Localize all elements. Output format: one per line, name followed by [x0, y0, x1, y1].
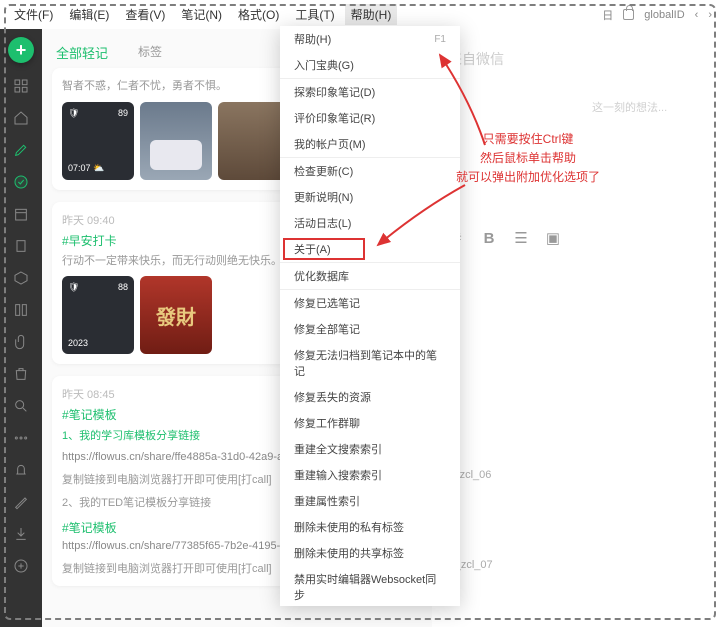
tab-all-notes[interactable]: 全部轻记 [56, 43, 108, 62]
chevron-right-icon[interactable]: › [708, 9, 712, 21]
menu-edit[interactable]: 编辑(E) [63, 4, 115, 25]
rail-box-icon[interactable] [12, 269, 30, 287]
menu-tools[interactable]: 工具(T) [289, 4, 340, 25]
rail-book-icon[interactable] [12, 301, 30, 319]
rail-clipboard-icon[interactable] [12, 237, 30, 255]
dropdown-item[interactable]: 重建全文搜索索引 [280, 436, 460, 462]
tab-tags[interactable]: 标签 [138, 43, 162, 62]
dropdown-item[interactable]: 修复工作群聊 [280, 410, 460, 436]
rail-bell-icon[interactable] [12, 461, 30, 479]
rail-dots-icon[interactable] [12, 429, 30, 447]
dropdown-item[interactable]: 修复全部笔记 [280, 316, 460, 342]
menu-file[interactable]: 文件(F) [8, 4, 59, 25]
callout-text: 只需要按住Ctrl键 然后鼠标单击帮助 就可以弹出附加优化选项了 [456, 130, 600, 188]
thumbnail: 🛡88 2023 [62, 276, 134, 354]
dropdown-item[interactable]: 修复无法归档到笔记本中的笔记 [280, 342, 460, 384]
chevron-left-icon[interactable]: ‹ [695, 9, 699, 21]
menu-view[interactable]: 查看(V) [119, 4, 171, 25]
rail-home-icon[interactable] [12, 109, 30, 127]
bold-button[interactable]: B [480, 229, 498, 247]
new-note-button[interactable]: + [8, 37, 34, 63]
header-globalid: globalID [644, 9, 684, 21]
sidebar-rail: + [0, 29, 42, 627]
dropdown-item[interactable]: 优化数据库 [280, 263, 460, 290]
rail-search-icon[interactable] [12, 397, 30, 415]
annotation-arrow-icon [370, 180, 470, 260]
rail-clip-icon[interactable] [12, 333, 30, 351]
rail-check-icon[interactable] [12, 173, 30, 191]
menubar: 文件(F) 编辑(E) 查看(V) 笔记(N) 格式(O) 工具(T) 帮助(H… [0, 0, 720, 29]
header-date: 日 [602, 7, 613, 23]
rail-download-icon[interactable] [12, 525, 30, 543]
image-button[interactable]: ▣ [544, 229, 562, 247]
dropdown-item[interactable]: 重建输入搜索索引 [280, 462, 460, 488]
rail-calendar-icon[interactable] [12, 205, 30, 223]
rail-trash-icon[interactable] [12, 365, 30, 383]
dropdown-item[interactable]: 修复丢失的资源 [280, 384, 460, 410]
rail-grid-icon[interactable] [12, 77, 30, 95]
dropdown-item[interactable]: 修复已选笔记 [280, 290, 460, 316]
menu-help[interactable]: 帮助(H) [345, 4, 398, 25]
thumbnail [140, 102, 212, 180]
dropdown-item[interactable]: 帮助(H)F1 [280, 26, 460, 52]
lock-icon [623, 9, 634, 20]
rail-plus-icon[interactable] [12, 557, 30, 575]
dropdown-item[interactable]: 禁用实时编辑器Websocket同步 [280, 566, 460, 606]
menu-note[interactable]: 笔记(N) [175, 4, 228, 25]
dropdown-item[interactable]: 重建属性索引 [280, 488, 460, 514]
rail-pencil-icon[interactable] [12, 493, 30, 511]
thumbnail: 🛡89 07:07 ⛅ [62, 102, 134, 180]
dropdown-item[interactable]: 删除未使用的共享标签 [280, 540, 460, 566]
list-button[interactable]: ☰ [512, 229, 530, 247]
rail-pen-icon[interactable] [12, 141, 30, 159]
dropdown-item[interactable]: 删除未使用的私有标签 [280, 514, 460, 540]
thumbnail: 發財 [140, 276, 212, 354]
menu-format[interactable]: 格式(O) [232, 4, 285, 25]
editor-placeholder[interactable]: 这一刻的想法... [592, 99, 667, 115]
